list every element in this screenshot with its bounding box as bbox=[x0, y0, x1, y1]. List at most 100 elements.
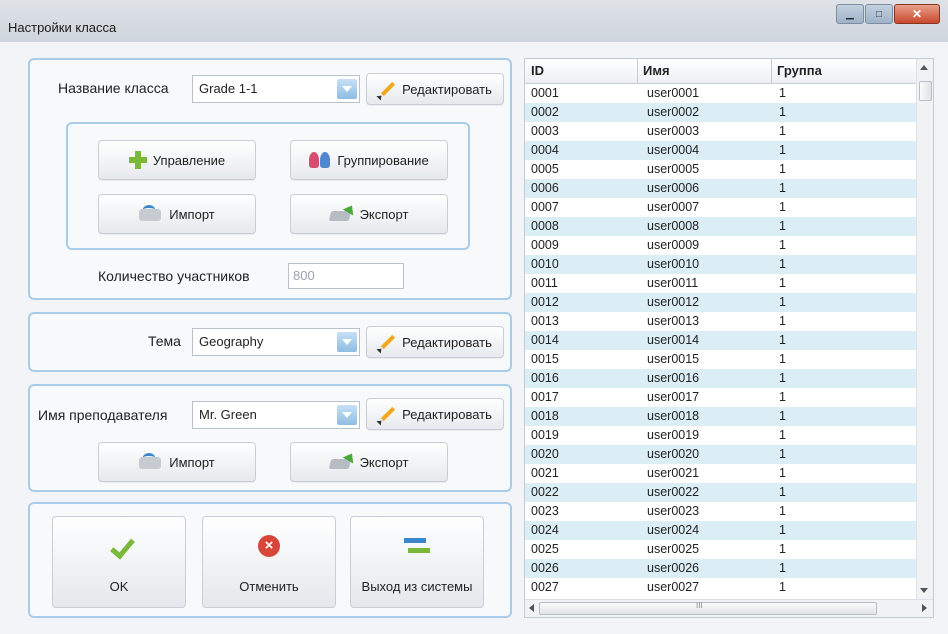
cell-id: 0015 bbox=[531, 352, 559, 366]
table-row[interactable]: 0026 user0026 1 bbox=[525, 559, 916, 578]
import-class-button[interactable]: Импорт bbox=[98, 194, 256, 234]
table-row[interactable]: 0006 user0006 1 bbox=[525, 179, 916, 198]
ok-button[interactable]: OK bbox=[52, 516, 186, 608]
cancel-button[interactable]: × Отменить bbox=[202, 516, 336, 608]
edit-teacher-button[interactable]: Редактировать bbox=[366, 398, 504, 430]
cell-name: user0006 bbox=[647, 181, 700, 195]
cell-name: user0013 bbox=[647, 314, 700, 328]
scroll-left-icon[interactable] bbox=[529, 604, 534, 612]
table-row[interactable]: 0020 user0020 1 bbox=[525, 445, 916, 464]
chevron-down-icon[interactable] bbox=[337, 332, 357, 352]
cell-name: user0026 bbox=[647, 561, 700, 575]
import-icon bbox=[139, 205, 163, 223]
cell-id: 0007 bbox=[531, 200, 559, 214]
column-divider[interactable] bbox=[637, 59, 638, 83]
logout-button[interactable]: Выход из системы bbox=[350, 516, 484, 608]
edit-class-button[interactable]: Редактировать bbox=[366, 73, 504, 105]
vertical-scrollbar[interactable] bbox=[916, 59, 933, 599]
cell-id: 0001 bbox=[531, 86, 559, 100]
cell-name: user0001 bbox=[647, 86, 700, 100]
cell-group: 1 bbox=[779, 219, 786, 233]
table-row[interactable]: 0025 user0025 1 bbox=[525, 540, 916, 559]
table-row[interactable]: 0016 user0016 1 bbox=[525, 369, 916, 388]
table-row[interactable]: 0013 user0013 1 bbox=[525, 312, 916, 331]
column-divider[interactable] bbox=[771, 59, 772, 83]
cell-group: 1 bbox=[779, 447, 786, 461]
table-row[interactable]: 0018 user0018 1 bbox=[525, 407, 916, 426]
table-row[interactable]: 0005 user0005 1 bbox=[525, 160, 916, 179]
table-row[interactable]: 0009 user0009 1 bbox=[525, 236, 916, 255]
table-row[interactable]: 0014 user0014 1 bbox=[525, 331, 916, 350]
import-teacher-button[interactable]: Импорт bbox=[98, 442, 256, 482]
vertical-scroll-thumb[interactable] bbox=[919, 81, 932, 101]
class-name-value: Grade 1-1 bbox=[199, 81, 258, 96]
cell-name: user0003 bbox=[647, 124, 700, 138]
export-class-button[interactable]: Экспорт bbox=[290, 194, 448, 234]
horizontal-scroll-thumb[interactable] bbox=[539, 601, 877, 615]
group-button[interactable]: Группирование bbox=[290, 140, 448, 180]
table-row[interactable]: 0001 user0001 1 bbox=[525, 84, 916, 103]
group-icon bbox=[309, 150, 331, 170]
table-row[interactable]: 0027 user0027 1 bbox=[525, 578, 916, 597]
table-row[interactable]: 0023 user0023 1 bbox=[525, 502, 916, 521]
cell-group: 1 bbox=[779, 542, 786, 556]
scroll-up-icon[interactable] bbox=[920, 65, 928, 70]
cell-id: 0021 bbox=[531, 466, 559, 480]
close-button[interactable]: ✕ bbox=[894, 4, 940, 24]
cell-name: user0015 bbox=[647, 352, 700, 366]
cell-id: 0006 bbox=[531, 181, 559, 195]
member-count-field[interactable]: 800 bbox=[288, 263, 404, 289]
cell-name: user0007 bbox=[647, 200, 700, 214]
scroll-right-icon[interactable] bbox=[922, 604, 927, 612]
cell-id: 0016 bbox=[531, 371, 559, 385]
column-header-group[interactable]: Группа bbox=[777, 63, 822, 78]
column-header-id[interactable]: ID bbox=[531, 63, 544, 78]
column-header-name[interactable]: Имя bbox=[643, 63, 670, 78]
table-row[interactable]: 0011 user0011 1 bbox=[525, 274, 916, 293]
cell-group: 1 bbox=[779, 390, 786, 404]
scroll-down-icon[interactable] bbox=[920, 588, 928, 593]
table-row[interactable]: 0002 user0002 1 bbox=[525, 103, 916, 122]
teacher-combo[interactable]: Mr. Green bbox=[192, 401, 360, 429]
edit-theme-label: Редактировать bbox=[402, 334, 492, 350]
cell-group: 1 bbox=[779, 257, 786, 271]
maximize-button[interactable]: □ bbox=[865, 4, 893, 24]
switch-arrows-icon bbox=[402, 535, 432, 557]
manage-label: Управление bbox=[152, 152, 226, 168]
table-row[interactable]: 0021 user0021 1 bbox=[525, 464, 916, 483]
table-row[interactable]: 0022 user0022 1 bbox=[525, 483, 916, 502]
cell-group: 1 bbox=[779, 523, 786, 537]
manage-button[interactable]: Управление bbox=[98, 140, 256, 180]
table-row[interactable]: 0012 user0012 1 bbox=[525, 293, 916, 312]
export-teacher-label: Экспорт bbox=[359, 454, 409, 470]
cell-name: user0023 bbox=[647, 504, 700, 518]
chevron-down-icon[interactable] bbox=[337, 405, 357, 425]
horizontal-scrollbar[interactable] bbox=[525, 599, 933, 617]
members-table[interactable]: ID Имя Группа 0001 user0001 1 0002 user0002 1… bbox=[524, 58, 934, 618]
checkmark-icon bbox=[108, 535, 130, 557]
cell-name: user0027 bbox=[647, 580, 700, 594]
cell-id: 0020 bbox=[531, 447, 559, 461]
minimize-button[interactable]: ▁ bbox=[836, 4, 864, 24]
table-row[interactable]: 0008 user0008 1 bbox=[525, 217, 916, 236]
theme-combo[interactable]: Geography bbox=[192, 328, 360, 356]
export-teacher-button[interactable]: Экспорт bbox=[290, 442, 448, 482]
table-row[interactable]: 0007 user0007 1 bbox=[525, 198, 916, 217]
class-name-combo[interactable]: Grade 1-1 bbox=[192, 75, 360, 103]
table-row[interactable]: 0024 user0024 1 bbox=[525, 521, 916, 540]
table-row[interactable]: 0019 user0019 1 bbox=[525, 426, 916, 445]
cell-group: 1 bbox=[779, 504, 786, 518]
cell-group: 1 bbox=[779, 466, 786, 480]
member-count-value: 800 bbox=[293, 268, 315, 283]
cell-name: user0016 bbox=[647, 371, 700, 385]
table-row[interactable]: 0017 user0017 1 bbox=[525, 388, 916, 407]
table-row[interactable]: 0003 user0003 1 bbox=[525, 122, 916, 141]
cell-id: 0017 bbox=[531, 390, 559, 404]
edit-theme-button[interactable]: Редактировать bbox=[366, 326, 504, 358]
cell-id: 0026 bbox=[531, 561, 559, 575]
import-icon bbox=[139, 453, 163, 471]
table-row[interactable]: 0015 user0015 1 bbox=[525, 350, 916, 369]
table-row[interactable]: 0004 user0004 1 bbox=[525, 141, 916, 160]
table-row[interactable]: 0010 user0010 1 bbox=[525, 255, 916, 274]
chevron-down-icon[interactable] bbox=[337, 79, 357, 99]
